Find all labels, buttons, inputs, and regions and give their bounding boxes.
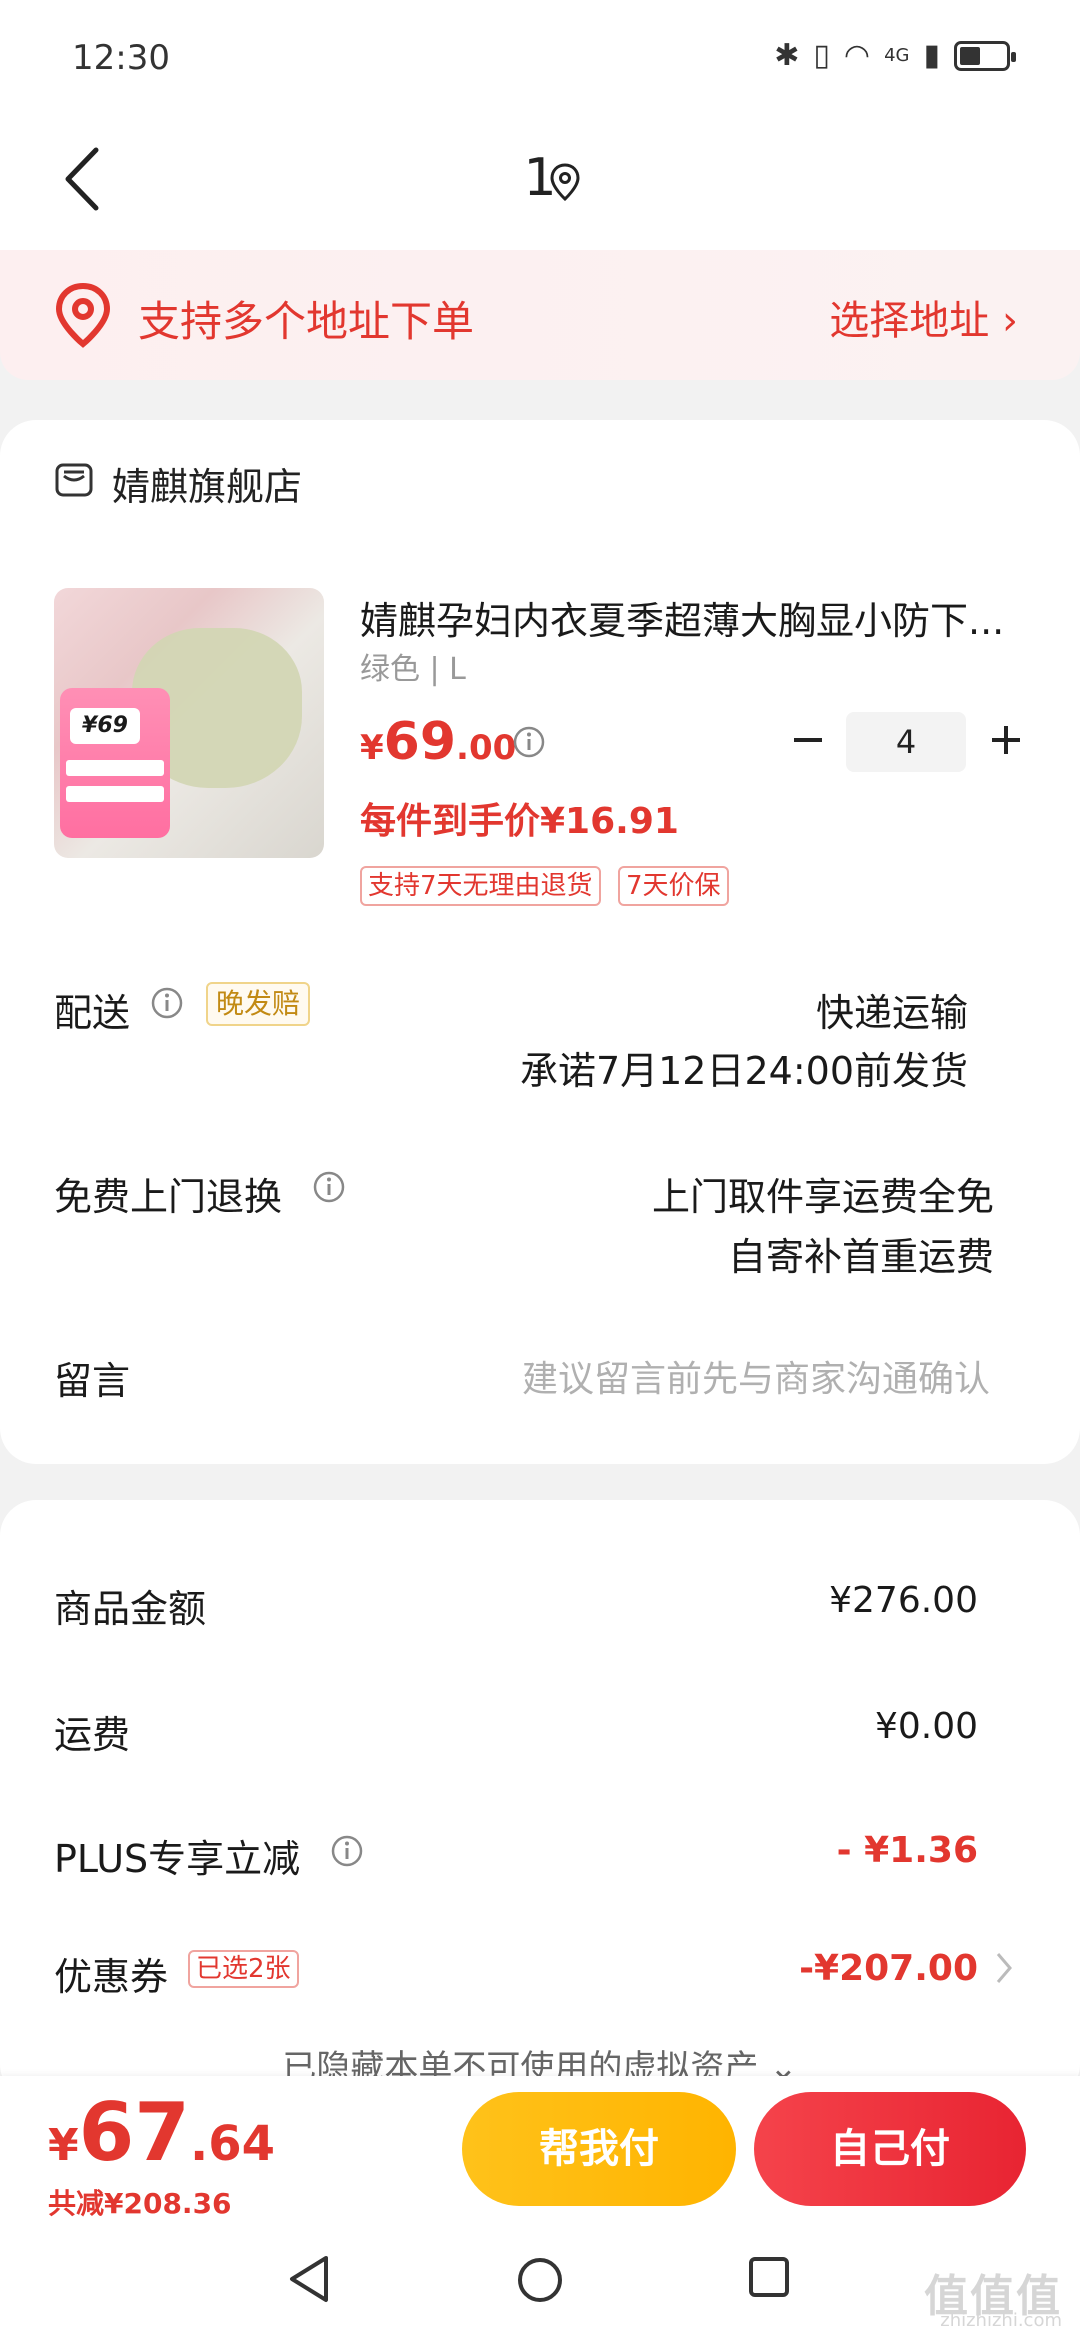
status-icons: ✱ ▯ ◠ 4G ▮ <box>774 38 1016 73</box>
late-compensation-badge: 晚发赔 <box>206 982 311 1026</box>
chevron-right-icon[interactable] <box>994 1950 1014 1986</box>
note-input[interactable]: 建议留言前先与商家沟通确认 <box>522 1350 990 1402</box>
return-self-send-text: 自寄补首重运费 <box>727 1235 994 1279</box>
status-time: 12:30 <box>72 38 170 78</box>
delivery-info-icon[interactable] <box>150 986 184 1020</box>
shop-icon <box>55 463 93 497</box>
delivery-method[interactable]: 快递运输 <box>816 982 968 1037</box>
total-decimal: .64 <box>189 2116 275 2172</box>
select-address-link[interactable]: 选择地址 › <box>829 288 1018 346</box>
product-title[interactable]: 婧麒孕妇内衣夏季超薄大胸显小防下... <box>360 590 1020 645</box>
network-type: 4G <box>884 45 910 66</box>
status-bar: 12:30 ✱ ▯ ◠ 4G ▮ <box>0 0 1080 110</box>
location-pin-icon <box>550 163 580 202</box>
shipping-fee-label: 运费 <box>54 1713 131 1757</box>
watermark-url: zhizhizhi.com <box>940 2310 1062 2331</box>
coupon-value[interactable]: -¥207.00 <box>799 1948 978 1989</box>
battery-icon <box>954 40 1016 71</box>
coupon-label: 优惠券 <box>54 1955 169 1999</box>
goods-amount-label: 商品金额 <box>54 1587 207 1631</box>
delivery-promise: 承诺7月12日24:00前发货 <box>519 1049 968 1093</box>
price-protect-tag: 7天价保 <box>618 866 729 906</box>
system-back-icon[interactable] <box>286 2254 332 2304</box>
quantity-minus-button[interactable] <box>790 720 826 760</box>
return-policy-tag: 支持7天无理由退货 <box>360 866 601 906</box>
bluetooth-icon: ✱ <box>774 38 800 73</box>
nav-header: 1 <box>0 110 1080 250</box>
plus-discount-label: PLUS专享立减 <box>54 1837 301 1881</box>
price-integer: 69 <box>383 712 457 772</box>
plus-discount-value: - ¥1.36 <box>836 1830 978 1871</box>
system-recents-icon[interactable] <box>748 2256 790 2298</box>
unit-price: 每件到手价¥16.91 <box>360 801 679 842</box>
pay-for-me-button[interactable]: 帮我付 <box>462 2092 736 2206</box>
signal-icon: ▮ <box>923 38 940 73</box>
system-home-icon[interactable] <box>516 2256 564 2304</box>
return-info-icon[interactable] <box>312 1170 346 1204</box>
price-info-icon[interactable] <box>512 725 546 759</box>
address-banner[interactable]: 支持多个地址下单 选择地址 › <box>0 250 1080 380</box>
wifi-icon: ◠ <box>843 38 871 73</box>
promo-line <box>66 786 164 802</box>
shipping-fee-value: ¥0.00 <box>874 1706 978 1747</box>
product-promo-card: ¥69 <box>60 688 170 838</box>
shop-name[interactable]: 婧麒旗舰店 <box>112 456 302 511</box>
total-saved[interactable]: 共减¥208.36 <box>48 2182 232 2222</box>
note-label: 留言 <box>54 1359 131 1403</box>
address-pin-icon <box>55 282 111 348</box>
order-card <box>0 420 1080 1464</box>
delivery-label: 配送 <box>54 991 131 1035</box>
total-price: ¥67.64 <box>48 2086 275 2179</box>
plus-info-icon[interactable] <box>330 1834 364 1868</box>
quantity-input[interactable]: 4 <box>846 712 966 772</box>
total-integer: 67 <box>78 2086 190 2179</box>
goods-amount-value: ¥276.00 <box>829 1580 978 1621</box>
quantity-plus-button[interactable] <box>988 720 1024 760</box>
coupon-selected-badge[interactable]: 已选2张 <box>188 1950 299 1988</box>
product-spec[interactable]: 绿色 | L <box>360 644 466 688</box>
product-image-price: ¥69 <box>70 708 140 744</box>
product-image[interactable]: ¥69 <box>54 588 324 858</box>
address-banner-text: 支持多个地址下单 <box>138 297 475 346</box>
pay-myself-button[interactable]: 自己付 <box>754 2092 1026 2206</box>
page-title: 1 <box>523 148 557 208</box>
product-price: ¥69.00 <box>360 712 516 772</box>
price-symbol: ¥ <box>360 728 384 768</box>
total-symbol: ¥ <box>48 2120 79 2171</box>
return-pickup-text: 上门取件享运费全免 <box>651 1175 994 1219</box>
vibrate-icon: ▯ <box>813 38 830 73</box>
free-return-label: 免费上门退换 <box>54 1175 283 1219</box>
price-decimal: .00 <box>456 728 517 768</box>
promo-line <box>66 760 164 776</box>
